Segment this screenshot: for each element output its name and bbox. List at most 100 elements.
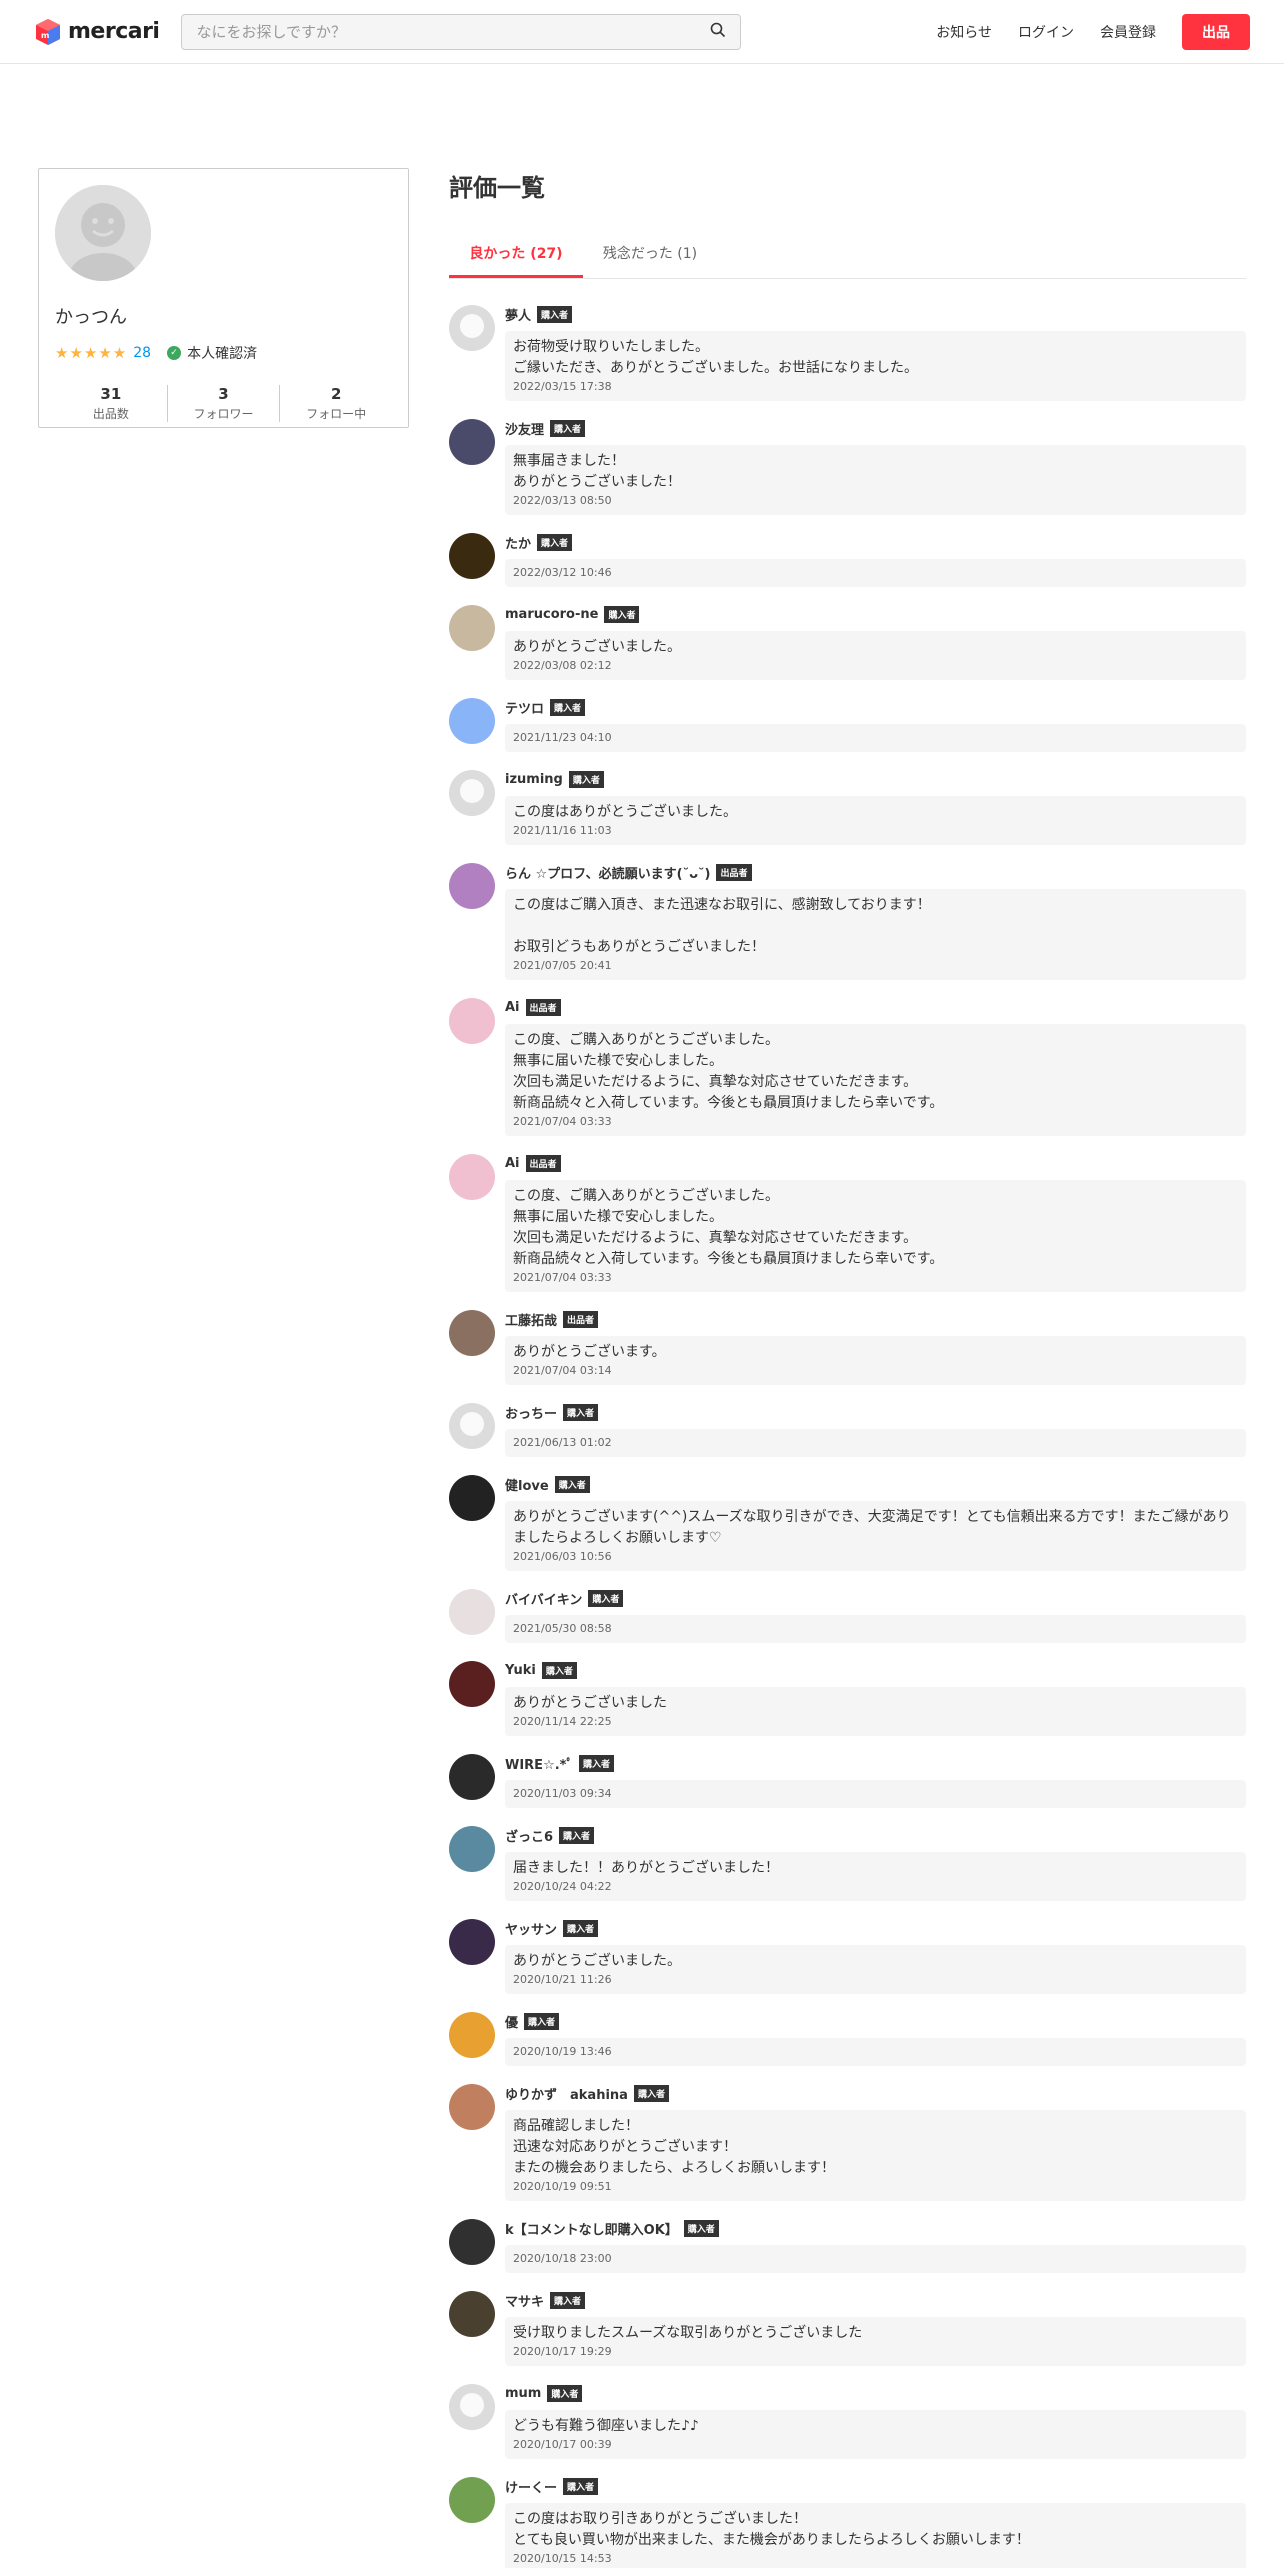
search-input[interactable]: なにをお探しですか？ — [181, 13, 742, 50]
review-bubble: 2020/11/03 09:34 — [505, 1780, 1246, 1808]
reviewer-avatar[interactable] — [449, 1661, 495, 1707]
reviewer-name[interactable]: Ai — [505, 1000, 520, 1015]
mercari-logo[interactable]: m mercari — [34, 18, 160, 46]
review-head: k【コメントなし即購入OK】 購入者 — [505, 2219, 1246, 2238]
reviewer-avatar[interactable] — [449, 2291, 495, 2337]
role-badge: 購入者 — [537, 305, 573, 323]
role-badge: 購入者 — [541, 1661, 577, 1679]
review-comment: この度はご購入頂き、また迅速なお取引に、感謝致しております！ お取引どうもありが… — [513, 897, 931, 955]
review-comment: ありがとうございました。 — [513, 1953, 681, 1969]
reviewer-avatar[interactable] — [449, 2012, 495, 2058]
review-body: 工藤拓哉 出品者 ありがとうございます。 2021/07/04 03:14 — [505, 1310, 1246, 1385]
review-item: ざっこ6 購入者届きました！！ありがとうございました！ 2020/10/24 04:… — [449, 1826, 1246, 1901]
review-comment: この度、ご購入ありがとうございました。 無事に届いた様で安心しました。 次回も満… — [513, 1188, 944, 1267]
rating-count-link[interactable]: 28 — [133, 345, 151, 361]
avatar — [55, 185, 151, 281]
role-badge: 購入者 — [559, 1826, 595, 1844]
reviewer-avatar[interactable] — [449, 2084, 495, 2130]
profile-name: かっつん — [55, 307, 127, 328]
reviewer-name[interactable]: テツロ — [505, 698, 544, 717]
tab-bad[interactable]: 残念だった (1) — [583, 243, 717, 278]
header: m mercari なにをお探しですか？ お知らせ ログイン 会員登録 出品 — [0, 0, 1284, 64]
review-bubble: この度はお取り引きありがとうございました！ とても良い買い物が出来ました、また機… — [505, 2503, 1246, 2568]
reviewer-name[interactable]: mum — [505, 2386, 541, 2401]
reviewer-name[interactable]: izuming — [505, 772, 563, 787]
login-link[interactable]: ログイン — [1018, 22, 1074, 42]
reviewer-avatar[interactable] — [449, 1154, 495, 1200]
review-head: ざっこ6 購入者 — [505, 1826, 1246, 1845]
review-bubble: お荷物受け取りいたしました。 ご縁いただき、ありがとうございました。お世話になり… — [505, 331, 1246, 401]
review-body: Yuki 購入者 ありがとうございました 2020/11/14 22:25 — [505, 1661, 1246, 1736]
reviewer-name[interactable]: ヤッサン — [505, 1919, 557, 1938]
reviewer-name[interactable]: 工藤拓哉 — [505, 1310, 557, 1329]
reviewer-avatar[interactable] — [449, 863, 495, 909]
review-item: けーくー 購入者この度はお取り引きありがとうございました！ とても良い買い物が出来… — [449, 2477, 1246, 2568]
stat-followers[interactable]: 3 フォロワー — [168, 385, 281, 422]
reviewer-name[interactable]: らん ☆プロフ、必読願います(˘ᴗ˘) — [505, 863, 710, 882]
signup-link[interactable]: 会員登録 — [1100, 22, 1156, 42]
rating-stars: ★★★★★ — [55, 344, 128, 362]
role-badge: 購入者 — [537, 533, 573, 551]
review-bubble: 届きました！！ありがとうございました！ 2020/10/24 04:22 — [505, 1852, 1246, 1901]
reviewer-avatar[interactable] — [449, 1310, 495, 1356]
review-body: 夢人 購入者お荷物受け取りいたしました。 ご縁いただき、ありがとうございました。お… — [505, 305, 1246, 401]
reviewer-name[interactable]: WIRE☆.*ﾟ — [505, 1754, 573, 1773]
reviewer-avatar[interactable] — [449, 998, 495, 1044]
review-head: ヤッサン 購入者 — [505, 1919, 1246, 1938]
reviewer-name[interactable]: バイバイキン — [505, 1589, 582, 1608]
role-badge: 購入者 — [568, 770, 604, 788]
reviewer-name[interactable]: たか — [505, 533, 531, 552]
reviewer-name[interactable]: ゆりかず akahina — [505, 2084, 628, 2103]
reviewer-name[interactable]: おっちー — [505, 1403, 557, 1422]
reviewer-name[interactable]: marucoro-ne — [505, 607, 598, 622]
search-icon[interactable] — [710, 22, 726, 42]
reviewer-name[interactable]: Ai — [505, 1156, 520, 1171]
reviewer-avatar[interactable] — [449, 1475, 495, 1521]
review-comment: お荷物受け取りいたしました。 ご縁いただき、ありがとうございました。お世話になり… — [513, 339, 919, 376]
reviewer-name[interactable]: k【コメントなし即購入OK】 — [505, 2219, 678, 2238]
reviewer-name[interactable]: 優 — [505, 2012, 518, 2031]
logo-text: mercari — [68, 19, 160, 44]
reviewer-avatar[interactable] — [449, 305, 495, 351]
profile-card: かっつん ★★★★★ 28 ✓ 本人確認済 31 出品数 3 フォロワー 2 フ… — [38, 168, 409, 428]
review-comment: どうも有難う御座いました♪♪ — [513, 2418, 699, 2434]
reviewer-avatar[interactable] — [449, 2384, 495, 2430]
review-comment: この度はお取り引きありがとうございました！ とても良い買い物が出来ました、また機… — [513, 2511, 1030, 2548]
sell-button[interactable]: 出品 — [1182, 13, 1250, 50]
reviewer-name[interactable]: Yuki — [505, 1663, 536, 1678]
reviewer-avatar[interactable] — [449, 1919, 495, 1965]
reviewer-avatar[interactable] — [449, 1754, 495, 1800]
reviewer-avatar[interactable] — [449, 1589, 495, 1635]
role-badge: 購入者 — [563, 2477, 599, 2495]
stat-number: 3 — [218, 385, 229, 403]
tab-good[interactable]: 良かった (27) — [449, 243, 583, 278]
reviewer-avatar[interactable] — [449, 770, 495, 816]
review-bubble: 2021/11/23 04:10 — [505, 724, 1246, 752]
reviewer-avatar[interactable] — [449, 419, 495, 465]
role-badge: 出品者 — [525, 998, 561, 1016]
stat-listings[interactable]: 31 出品数 — [55, 385, 168, 422]
reviewer-avatar[interactable] — [449, 1826, 495, 1872]
stat-number: 2 — [330, 385, 342, 403]
role-badge: 購入者 — [588, 1589, 624, 1607]
stat-following[interactable]: 2 フォロー中 — [280, 385, 392, 422]
reviewer-avatar[interactable] — [449, 605, 495, 651]
news-link[interactable]: お知らせ — [936, 22, 992, 42]
review-head: Yuki 購入者 — [505, 1661, 1246, 1679]
reviewer-name[interactable]: マサキ — [505, 2291, 544, 2310]
review-bubble: 商品確認しました！ 迅速な対応ありがとうございます！ またの機会ありましたら、よ… — [505, 2110, 1246, 2201]
reviewer-avatar[interactable] — [449, 698, 495, 744]
reviewer-name[interactable]: 健love — [505, 1475, 549, 1494]
reviewer-name[interactable]: ざっこ6 — [505, 1826, 553, 1845]
reviewer-name[interactable]: 沙友理 — [505, 419, 544, 438]
reviewer-name[interactable]: 夢人 — [505, 305, 531, 324]
reviewer-avatar[interactable] — [449, 2477, 495, 2523]
reviewer-avatar[interactable] — [449, 533, 495, 579]
reviewer-avatar[interactable] — [449, 1403, 495, 1449]
stat-label: フォロワー — [193, 407, 254, 421]
reviewer-name[interactable]: けーくー — [505, 2477, 557, 2496]
review-body: テツロ 購入者 2021/11/23 04:10 — [505, 698, 1246, 752]
reviewer-avatar[interactable] — [449, 2219, 495, 2265]
review-body: バイバイキン 購入者 2021/05/30 08:58 — [505, 1589, 1246, 1643]
review-date: 2021/07/04 03:33 — [513, 1115, 612, 1128]
